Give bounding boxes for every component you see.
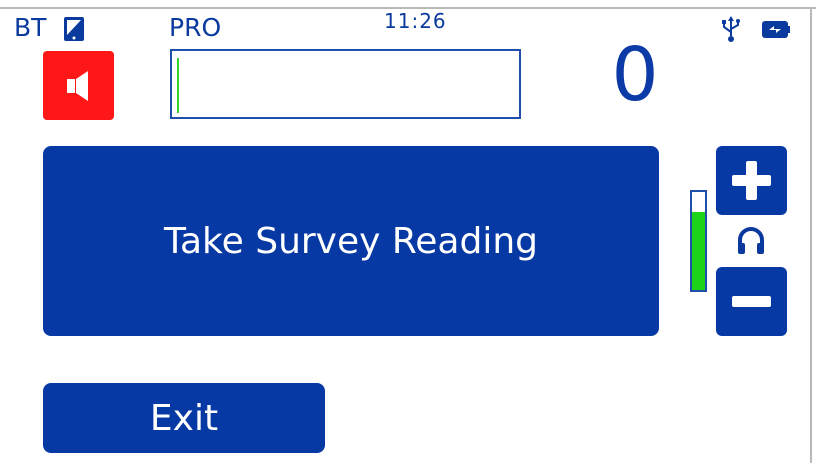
volume-level-meter: [690, 190, 707, 292]
battery-charging-icon: [762, 21, 790, 38]
mode-label: PRO: [169, 13, 222, 42]
take-survey-reading-button[interactable]: Take Survey Reading: [43, 146, 659, 336]
reading-count: 0: [611, 32, 659, 118]
take-survey-reading-label: Take Survey Reading: [163, 220, 539, 262]
clock: 11:26: [384, 9, 447, 33]
volume-up-button[interactable]: [716, 146, 787, 215]
tablet-icon: [64, 17, 84, 41]
reading-input[interactable]: [170, 49, 521, 119]
volume-down-button[interactable]: [716, 267, 787, 336]
exit-button[interactable]: Exit: [43, 383, 325, 453]
text-cursor: [177, 58, 179, 113]
volume-level-fill: [692, 211, 705, 290]
frame-border-right: [810, 7, 812, 463]
speaker-icon: [66, 70, 88, 101]
minus-icon: [732, 296, 771, 307]
exit-label: Exit: [149, 397, 219, 439]
speaker-toggle-button[interactable]: [43, 51, 114, 120]
bluetooth-label: BT: [14, 13, 47, 42]
survey-screen: BT PRO 11:26 0 Take Survey Reading Exit: [0, 0, 816, 463]
headphones-icon: [738, 227, 764, 254]
usb-icon: [722, 16, 740, 42]
